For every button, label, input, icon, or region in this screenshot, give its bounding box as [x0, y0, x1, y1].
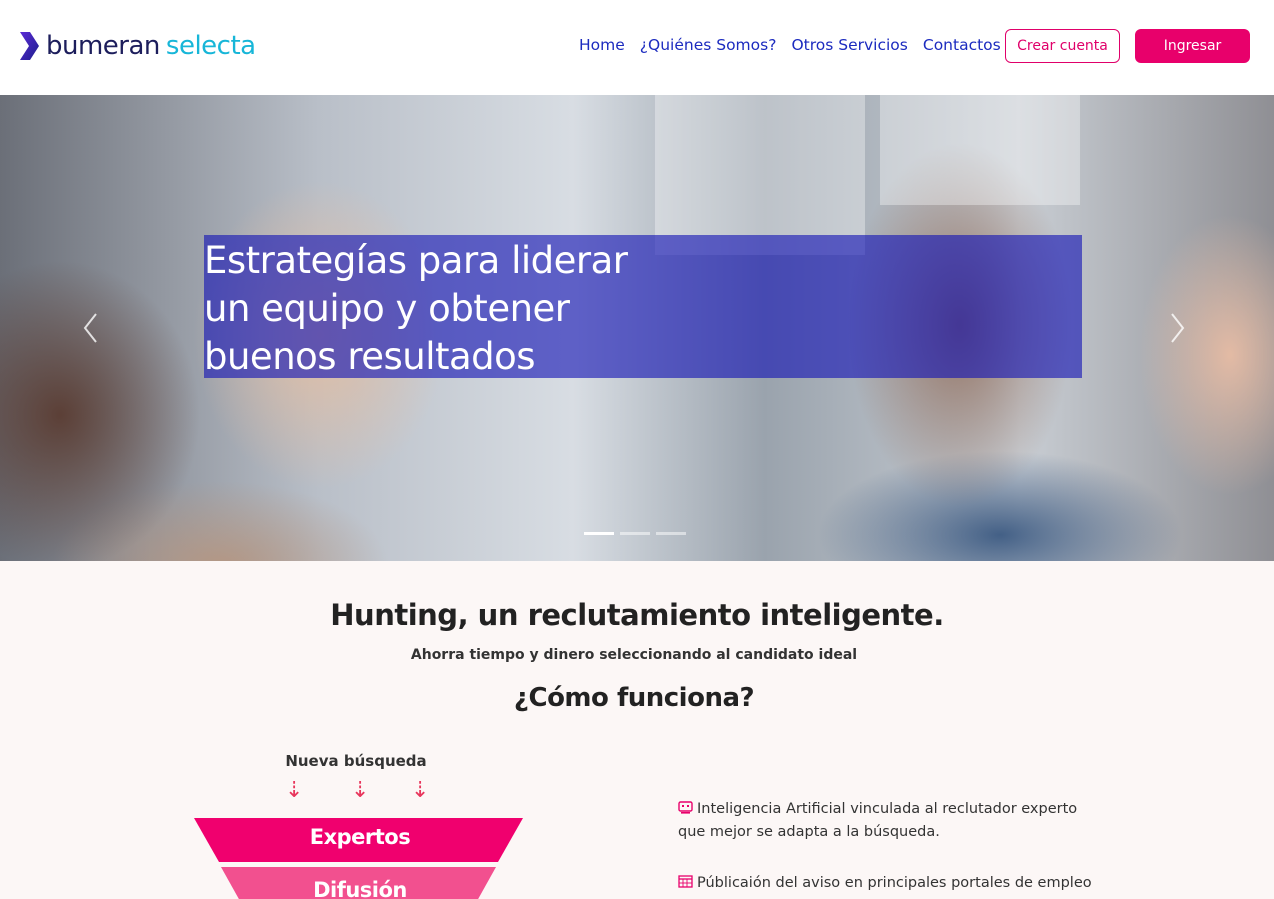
brand-name-part1: bumeran — [46, 31, 160, 61]
feature-item: Inteligencia Artificial vinculada al rec… — [678, 798, 1098, 844]
carousel-indicator[interactable] — [656, 532, 686, 535]
carousel-indicator[interactable] — [620, 532, 650, 535]
main-nav: Home ¿Quiénes Somos? Otros Servicios Con… — [579, 36, 1016, 54]
down-arrow-icon: ⇣ — [351, 778, 370, 803]
funnel-stage-label: Difusión — [313, 878, 407, 899]
carousel-indicator[interactable] — [584, 532, 614, 535]
nav-home[interactable]: Home — [579, 36, 625, 54]
feature-item: Públicaión del aviso en principales port… — [678, 872, 1098, 899]
brand-name-part2: selecta — [165, 31, 256, 61]
login-button[interactable]: Ingresar — [1135, 29, 1250, 63]
ai-robot-icon — [678, 801, 693, 814]
hero-headline-line: Estrategías para liderar — [204, 239, 628, 282]
how-prefix: ¿Cómo — [513, 683, 617, 713]
funnel-title: Nueva búsqueda — [285, 752, 427, 770]
section-title-rest: , un reclutamiento inteligente. — [457, 598, 945, 632]
hero-photo-window — [880, 95, 1080, 205]
section-subtitle: Ahorra tiempo y dinero seleccionando al … — [410, 647, 858, 663]
funnel-stage-label: Expertos — [309, 825, 411, 849]
nav-services[interactable]: Otros Servicios — [791, 36, 907, 54]
create-account-button[interactable]: Crear cuenta — [1005, 29, 1120, 63]
calendar-grid-icon — [678, 875, 693, 888]
how-it-works-heading: ¿Cómo funciona? — [0, 683, 1268, 713]
feature-text: Públicaión del aviso en principales port… — [678, 875, 1092, 899]
chevron-left-icon[interactable] — [80, 311, 102, 345]
down-arrow-icon: ⇣ — [411, 778, 430, 803]
top-header: bumeran selecta Home ¿Quiénes Somos? Otro… — [0, 0, 1274, 95]
nav-about[interactable]: ¿Quiénes Somos? — [640, 36, 777, 54]
brand-logo[interactable]: bumeran selecta — [18, 30, 256, 62]
hero-carousel: Estrategías para liderar un equipo y obt… — [0, 95, 1274, 561]
section-title: Hunting, un reclutamiento inteligente. — [0, 598, 1274, 632]
nav-contact[interactable]: Contactos — [923, 36, 1001, 54]
down-arrow-icon: ⇣ — [285, 778, 304, 803]
section-title-bold: Hunting — [330, 598, 458, 632]
hero-photo-window — [655, 95, 865, 255]
brand-chevron-icon — [20, 32, 39, 60]
how-bold: funciona? — [616, 683, 755, 713]
feature-text: Inteligencia Artificial vinculada al rec… — [678, 801, 1078, 840]
chevron-right-icon[interactable] — [1166, 311, 1188, 345]
hero-headline: Estrategías para liderar un equipo y obt… — [204, 237, 764, 381]
hero-headline-line: buenos resultados — [204, 335, 536, 378]
brand-name: bumeran selecta — [46, 31, 256, 61]
carousel-indicators — [584, 532, 686, 535]
hero-headline-line: un equipo y obtener — [204, 287, 570, 330]
